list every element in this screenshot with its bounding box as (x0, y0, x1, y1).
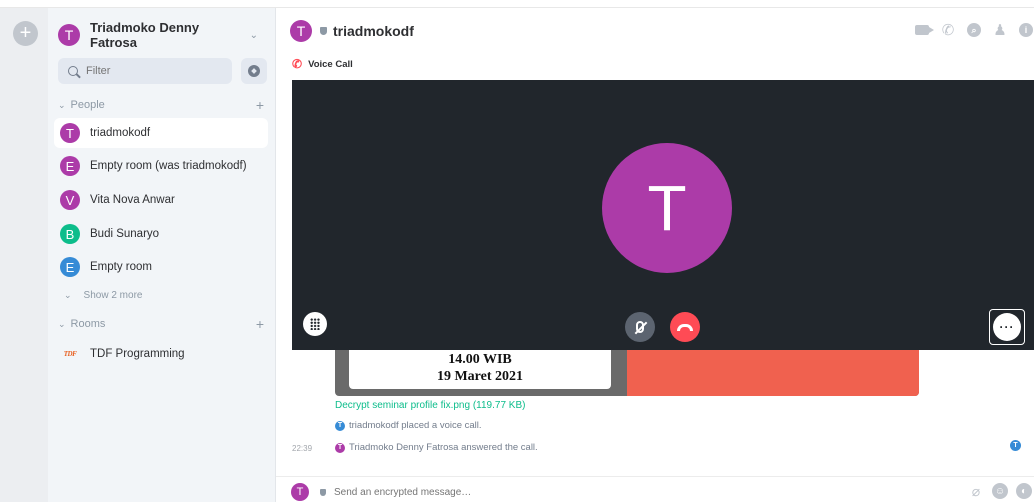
decrypt-file-link[interactable]: Decrypt seminar profile fix.png (119.77 … (335, 400, 525, 411)
people-section-label: People (70, 99, 105, 111)
dialpad-icon (310, 318, 320, 330)
call-view: T ··· (292, 80, 1034, 350)
composer-avatar: T (291, 483, 309, 501)
room-info-button[interactable]: i (1018, 22, 1034, 38)
avatar: T (60, 123, 80, 143)
user-menu-button[interactable]: T Triadmoko Denny Fatrosa ⌄ (58, 20, 268, 50)
add-room-button[interactable]: + (256, 316, 264, 332)
sidebar-item-budi-sunaryo[interactable]: B Budi Sunaryo (54, 219, 268, 249)
room-avatar[interactable]: T (290, 20, 312, 42)
call-answered-event: T Triadmoko Denny Fatrosa answered the c… (335, 442, 538, 453)
dialpad-button[interactable] (303, 312, 327, 336)
image-orange-block (627, 350, 919, 396)
attachment-button[interactable]: ⌀ (968, 483, 984, 499)
avatar: B (60, 224, 80, 244)
avatar: T (335, 420, 345, 431)
call-label-text: Voice Call (308, 58, 353, 70)
image-message-preview[interactable]: 14.00 WIB 19 Maret 2021 (335, 350, 919, 396)
compass-icon (248, 65, 260, 77)
chevron-down-icon: ⌄ (249, 29, 258, 41)
shield-icon (320, 27, 327, 35)
avatar: V (60, 190, 80, 210)
call-avatar: T (602, 143, 732, 273)
more-icon: ··· (993, 313, 1021, 341)
image-text-line-2: 19 Maret 2021 (436, 369, 524, 384)
sidebar-item-triadmokodf[interactable]: T triadmokodf (54, 118, 268, 148)
search-room-button[interactable]: ⌕ (966, 22, 982, 38)
message-composer: T ⌀ ☺ ◐ (276, 476, 1034, 502)
chevron-down-icon: ⌄ (58, 99, 66, 110)
tdf-logo: TDF (63, 350, 77, 358)
voice-call-button[interactable]: ✆ (940, 22, 956, 39)
sidebar-item-empty-room-was[interactable]: E Empty room (was triadmokodf) (54, 151, 268, 181)
info-icon: i (1019, 23, 1033, 37)
app-window: + T Triadmoko Denny Fatrosa ⌄ ⌄ People +… (0, 0, 1034, 502)
shield-icon (320, 489, 326, 496)
show-more-label: Show 2 more (83, 290, 143, 301)
phone-icon: ✆ (292, 57, 303, 71)
mute-microphone-button[interactable] (625, 312, 655, 342)
call-placed-event: T triadmokodf placed a voice call. (335, 420, 482, 431)
chevron-down-icon: ⌄ (58, 318, 66, 329)
video-icon (915, 25, 934, 35)
avatar: E (60, 156, 80, 176)
sticker-button[interactable]: ◐ (1016, 483, 1032, 499)
rooms-section-label: Rooms (70, 318, 106, 330)
room-view: T triadmokodf ✆ ⌕ ♟ i ✆ Voice Call T ···… (276, 8, 1034, 502)
user-display-name: Triadmoko Denny Fatrosa (90, 20, 200, 50)
emoji-button[interactable]: ☺ (992, 483, 1008, 499)
people-section-header[interactable]: ⌄ People + (58, 96, 268, 114)
read-receipt-avatar[interactable]: T (1010, 440, 1021, 451)
message-input[interactable] (334, 483, 894, 501)
room-title[interactable]: triadmokodf (333, 23, 414, 39)
image-text-line-1: 14.00 WIB (448, 352, 512, 367)
hangup-icon (677, 323, 693, 331)
room-header: T triadmokodf ✆ ⌕ ♟ i (290, 18, 1034, 44)
call-type-label: ✆ Voice Call (292, 57, 353, 71)
room-list-panel: T Triadmoko Denny Fatrosa ⌄ ⌄ People + T… (48, 8, 276, 502)
image-content: 14.00 WIB 19 Maret 2021 (349, 350, 611, 389)
event-text: triadmokodf placed a voice call. (349, 420, 482, 431)
explore-rooms-button[interactable] (241, 58, 267, 84)
search-icon: ⌕ (967, 23, 981, 37)
room-name: Empty room (was triadmokodf) (90, 160, 247, 172)
notifications-button[interactable]: ♟ (992, 22, 1008, 39)
start-chat-button[interactable]: + (256, 97, 264, 113)
phone-icon: ✆ (941, 22, 955, 39)
composer-actions: ⌀ ☺ ◐ (968, 483, 1032, 499)
room-filter[interactable] (58, 58, 232, 84)
avatar: T (335, 442, 345, 453)
create-space-button[interactable]: + (13, 21, 38, 46)
event-timestamp: 22:39 (292, 444, 313, 453)
room-name: TDF Programming (90, 348, 185, 360)
space-bar: + (0, 8, 48, 502)
chevron-down-icon: ⌄ (64, 290, 72, 300)
call-more-options-button[interactable]: ··· (989, 309, 1025, 345)
hangup-button[interactable] (670, 312, 700, 342)
room-name: Budi Sunaryo (90, 228, 160, 240)
show-more-button[interactable]: ⌄ Show 2 more (64, 290, 142, 301)
room-name: Vita Nova Anwar (90, 194, 175, 206)
filter-input[interactable] (86, 65, 216, 77)
avatar: E (60, 257, 80, 277)
room-header-actions: ✆ ⌕ ♟ i (914, 22, 1034, 39)
sidebar-item-vita-nova-anwar[interactable]: V Vita Nova Anwar (54, 185, 268, 215)
event-text: Triadmoko Denny Fatrosa answered the cal… (349, 442, 538, 453)
mic-off-icon (636, 321, 644, 333)
sidebar-item-empty-room[interactable]: E Empty room (54, 252, 268, 282)
room-name: triadmokodf (90, 127, 151, 139)
rooms-section-header[interactable]: ⌄ Rooms + (58, 315, 268, 333)
search-icon (68, 66, 78, 76)
video-call-button[interactable] (914, 22, 934, 38)
window-top-edge (0, 0, 1034, 8)
bell-icon: ♟ (993, 22, 1007, 39)
sidebar-item-tdf-programming[interactable]: TDF TDF Programming (54, 339, 268, 369)
room-name: Empty room (90, 261, 152, 273)
user-avatar: T (58, 24, 80, 46)
